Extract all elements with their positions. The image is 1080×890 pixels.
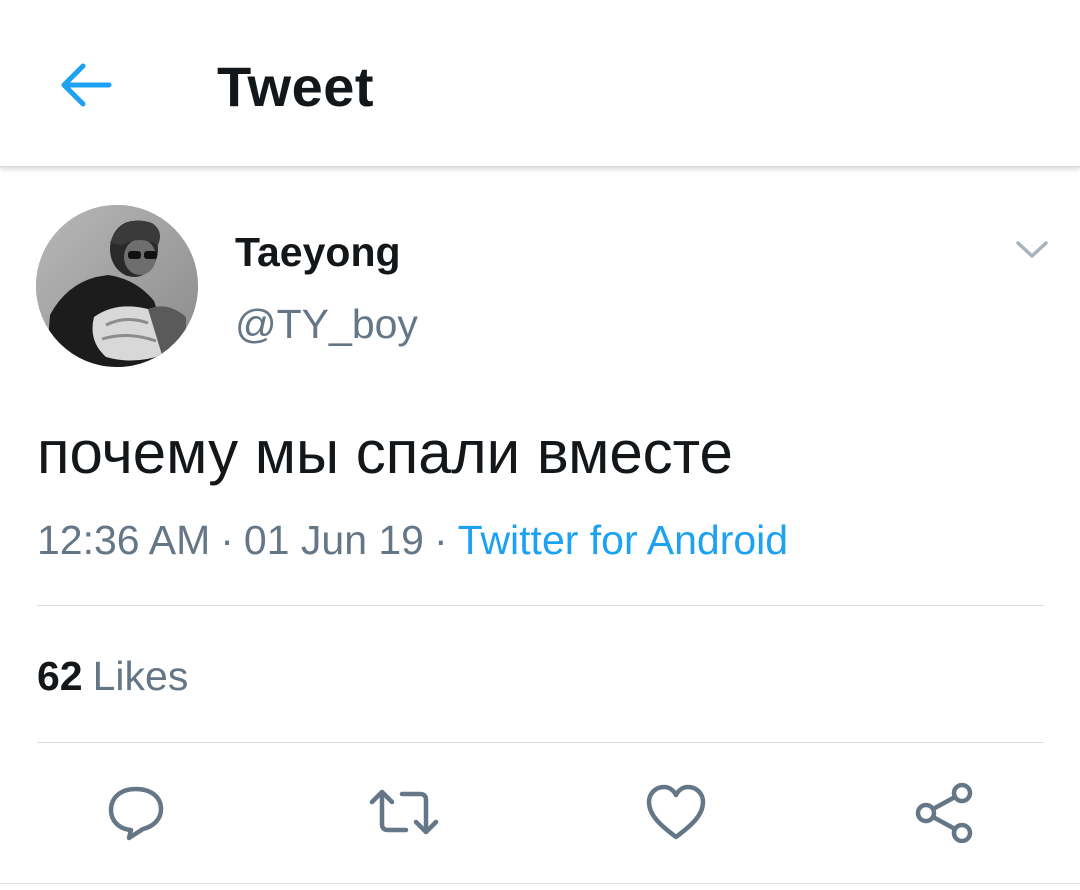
tweet-text: почему мы спали вместе (37, 419, 733, 486)
tweet-source-link[interactable]: Twitter for Android (458, 517, 788, 563)
likes-summary[interactable]: 62 Likes (37, 650, 188, 702)
tweet-meta: 12:36 AM · 01 Jun 19 · Twitter for Android (37, 514, 788, 566)
chevron-down-icon (1016, 241, 1048, 258)
tweet-date: 01 Jun 19 (243, 517, 424, 563)
retweet-icon (369, 789, 439, 835)
tweet-menu-button[interactable] (1008, 230, 1056, 270)
page-title: Tweet (217, 55, 375, 118)
likes-label: Likes (92, 653, 189, 699)
back-button[interactable] (50, 50, 120, 120)
tweet-time: 12:36 AM (37, 517, 211, 563)
like-button[interactable] (640, 776, 712, 848)
avatar-photo (36, 205, 198, 367)
likes-count: 62 (37, 653, 83, 699)
divider (37, 742, 1044, 743)
top-app-bar: Tweet (0, 0, 1080, 167)
divider (37, 605, 1044, 606)
meta-separator: · (434, 517, 448, 563)
author-display-name[interactable]: Taeyong (235, 226, 401, 278)
author-handle[interactable]: @TY_boy (235, 298, 418, 350)
retweet-button[interactable] (368, 776, 440, 848)
share-icon (915, 782, 973, 843)
like-icon (646, 784, 706, 840)
reply-button[interactable] (100, 776, 172, 848)
avatar[interactable] (36, 205, 198, 367)
share-button[interactable] (908, 776, 980, 848)
arrow-left-icon (61, 63, 112, 107)
meta-separator: · (220, 517, 234, 563)
divider (0, 883, 1080, 884)
reply-icon (108, 786, 164, 841)
